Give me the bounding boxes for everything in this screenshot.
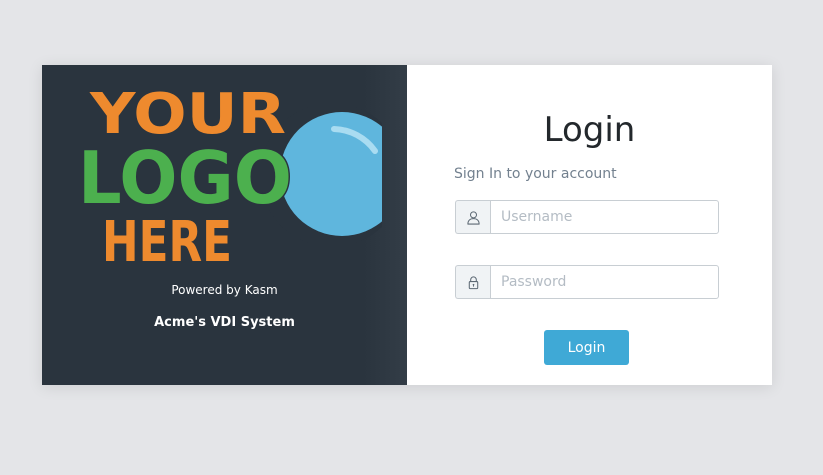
password-input[interactable]: [490, 265, 719, 299]
username-group: [455, 200, 719, 234]
username-addon: [455, 200, 490, 234]
login-subtitle: Sign In to your account: [454, 166, 617, 182]
username-input[interactable]: [490, 200, 719, 234]
login-button[interactable]: Login: [544, 330, 629, 365]
logo-text-here: HERE: [102, 210, 232, 273]
brand-panel: YOUR LOGO HERE Powered by Kasm Acme's VD…: [42, 65, 407, 385]
login-card: YOUR LOGO HERE Powered by Kasm Acme's VD…: [42, 65, 772, 385]
powered-by-text: Powered by Kasm: [171, 283, 278, 297]
login-title: Login: [543, 110, 636, 150]
password-group: [455, 265, 719, 299]
logo-text-logo: LOGO: [78, 136, 292, 220]
lock-icon: [468, 275, 478, 289]
login-panel: Login Sign In to your account Username L…: [407, 65, 772, 385]
system-name: Acme's VDI System: [154, 315, 295, 330]
password-addon: [455, 265, 490, 299]
user-icon: [466, 210, 480, 225]
company-logo: YOUR LOGO HERE: [77, 83, 382, 273]
